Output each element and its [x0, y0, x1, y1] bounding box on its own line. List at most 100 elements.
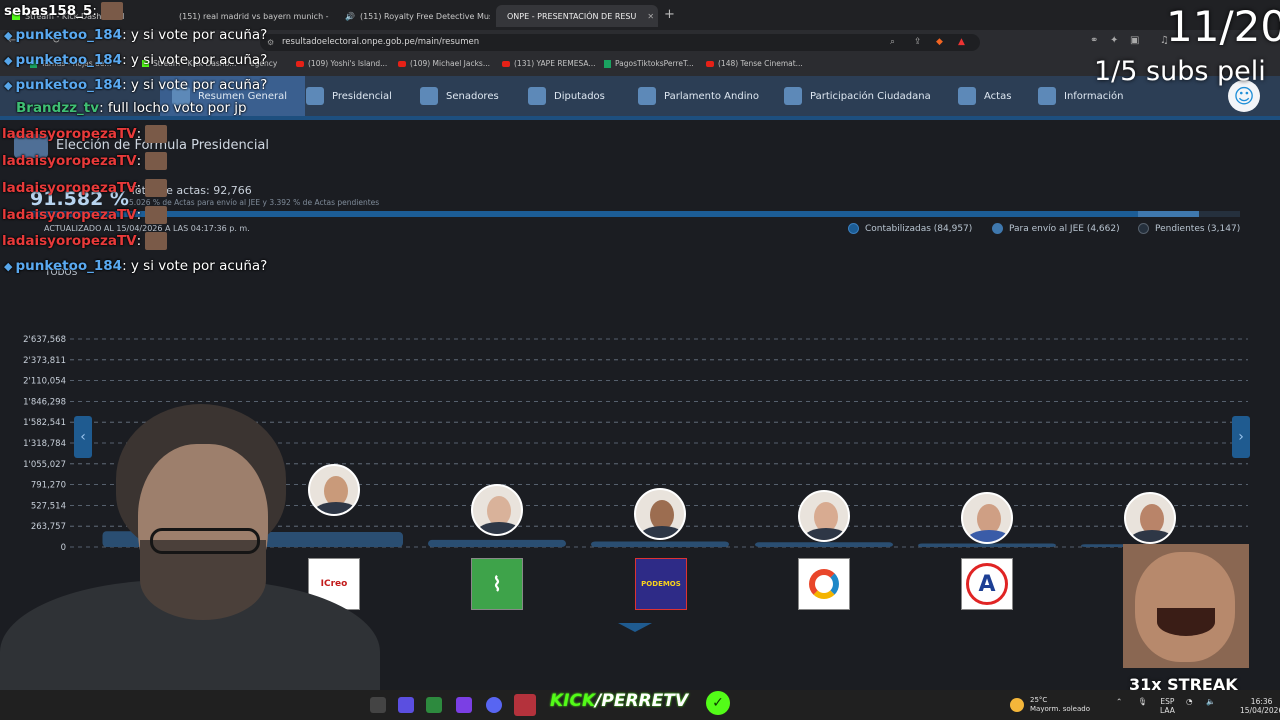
accessibility-icon: ☺: [1233, 84, 1255, 108]
legend-contabilizadas: Contabilizadas (84,957): [848, 223, 972, 234]
brave-shield-icon[interactable]: ◆: [936, 34, 943, 51]
progress-jee: [1138, 211, 1199, 217]
chat-username: punketoo_184: [15, 77, 123, 93]
new-tab-button[interactable]: +: [664, 7, 675, 22]
clock[interactable]: 16:36 15/04/2026: [1240, 697, 1280, 715]
brave-rewards-icon[interactable]: ▲: [958, 34, 965, 51]
share-icon[interactable]: ⇪: [914, 34, 922, 51]
chat-text: : y si vote por acuña?: [122, 27, 268, 43]
party-logo-broom[interactable]: ⌇: [471, 558, 523, 610]
chat-username: sebas158_5: [4, 3, 93, 19]
legend-dot: [992, 223, 1003, 234]
bookmark-michael-jackson[interactable]: (109) Michael Jacks...: [398, 59, 490, 68]
chat-text: : full locho voto por jp: [99, 100, 247, 116]
chat-username: Brandzz_tv: [16, 100, 100, 116]
nav-participacion[interactable]: Participación Ciudadana: [784, 76, 931, 116]
stream-chat-overlay: sebas158_5: ◆ punketoo_184: y si vote por …: [0, 0, 280, 290]
candidate-avatar[interactable]: [634, 488, 686, 540]
andean-parliament-icon: [638, 87, 656, 105]
tray-chevron-up-icon[interactable]: ⌃: [1116, 697, 1122, 706]
language-indicator[interactable]: ESP LAA: [1160, 697, 1175, 715]
candidate-avatar[interactable]: [471, 484, 523, 536]
nav-diputados[interactable]: Diputados: [528, 76, 605, 116]
candidate-bar[interactable]: [591, 541, 729, 547]
chat-username: punketoo_184: [15, 258, 123, 274]
microphone-icon[interactable]: 🎙: [1138, 697, 1148, 706]
volume-icon[interactable]: 🔈: [1206, 697, 1215, 706]
records-icon: [958, 87, 976, 105]
bookmark-pagos[interactable]: PagosTiktoksPerreT...: [604, 59, 694, 68]
chat-text: :: [136, 153, 142, 169]
candidate-bar[interactable]: [428, 539, 566, 547]
chat-message: ladaisyoropezaTV:: [2, 179, 168, 197]
nav-presidencial[interactable]: Presidencial: [306, 76, 392, 116]
url-text: resultadoelectoral.onpe.gob.pe/main/resu…: [282, 37, 480, 47]
chat-message: ladaisyoropezaTV:: [2, 206, 168, 224]
zoom-icon[interactable]: ⌕: [890, 34, 895, 51]
taskbar-grid-icon[interactable]: [398, 697, 414, 713]
president-icon: [306, 87, 324, 105]
extensions-icon[interactable]: ✦: [1110, 35, 1118, 46]
chat-message: Brandzz_tv: full locho voto por jp: [16, 100, 247, 116]
discord-icon[interactable]: [486, 697, 502, 713]
nav-actas[interactable]: Actas: [958, 76, 1011, 116]
participation-icon: [784, 87, 802, 105]
legend-dot: [1138, 223, 1149, 234]
taskbar-editor-icon[interactable]: [456, 697, 472, 713]
chat-message: sebas158_5:: [4, 2, 123, 20]
scroll-down-indicator[interactable]: [618, 623, 652, 632]
taskbar-browser-icon[interactable]: [514, 694, 536, 716]
bookmark-yoshi[interactable]: (109) Yoshi's Island...: [296, 59, 387, 68]
diamond-badge-icon: ◆: [4, 260, 13, 273]
streamer-webcam: [0, 400, 380, 720]
meme-overlay-image: [1123, 544, 1249, 668]
chat-username: ladaisyoropezaTV: [2, 207, 137, 223]
sidebar-icon[interactable]: ▣: [1130, 35, 1139, 46]
chat-text: :: [136, 126, 142, 142]
tab-detective-music[interactable]: 🔊 (151) Royalty Free Detective Musi: [334, 5, 490, 27]
taskbar-app-icon[interactable]: [370, 697, 386, 713]
chat-message: ◆ punketoo_184: y si vote por acuña?: [4, 77, 267, 93]
sun-icon: [1010, 698, 1024, 712]
verified-check-icon: ✓: [706, 691, 730, 715]
candidate-avatar[interactable]: [961, 492, 1013, 544]
taskbar-play-icon[interactable]: [426, 697, 442, 713]
info-icon: [1038, 87, 1056, 105]
sheets-icon: [604, 59, 611, 68]
chat-text: :: [92, 3, 97, 19]
nav-parlamento-andino[interactable]: Parlamento Andino: [638, 76, 759, 116]
bookmark-yape[interactable]: (131) YAPE REMESA...: [502, 59, 596, 68]
tab-onpe-active[interactable]: ONPE - PRESENTACIÓN DE RESU ✕: [496, 5, 658, 27]
youtube-icon: [398, 60, 406, 67]
candidate-avatar[interactable]: [798, 490, 850, 542]
chat-message: ladaisyoropezaTV:: [2, 232, 168, 250]
party-logo-podemos[interactable]: PODEMOS: [635, 558, 687, 610]
diamond-badge-icon: ◆: [4, 79, 13, 92]
subs-goal-text: 1/5 subs peli: [1094, 56, 1266, 87]
chat-message: ladaisyoropezaTV:: [2, 125, 168, 143]
bookmark-tense[interactable]: (148) Tense Cinemat...: [706, 59, 803, 68]
weather-widget[interactable]: 25°C Mayorm. soleado: [1010, 696, 1090, 714]
chart-next-button[interactable]: ›: [1232, 416, 1250, 458]
candidate-avatar[interactable]: [1124, 492, 1176, 544]
emote-icon: [145, 179, 168, 197]
senate-icon: [420, 87, 438, 105]
vpn-icon[interactable]: ⚭: [1090, 35, 1098, 46]
y-tick-label: 2'373,811: [23, 356, 66, 366]
party-logo-circle[interactable]: [798, 558, 850, 610]
candidate-bar[interactable]: [755, 542, 893, 547]
chat-username: ladaisyoropezaTV: [2, 153, 137, 169]
chevron-right-icon: ›: [1238, 429, 1244, 445]
chat-username: ladaisyoropezaTV: [2, 233, 137, 249]
emote-icon: [145, 152, 168, 170]
address-bar[interactable]: ⚙ resultadoelectoral.onpe.gob.pe/main/re…: [260, 34, 980, 51]
diamond-badge-icon: ◆: [4, 29, 13, 42]
legend-jee: Para envío al JEE (4,662): [992, 223, 1120, 234]
wifi-icon[interactable]: ◔: [1186, 697, 1193, 706]
close-tab-icon[interactable]: ✕: [647, 12, 654, 21]
nav-senadores[interactable]: Senadores: [420, 76, 499, 116]
speaker-icon: 🔊: [345, 11, 355, 21]
chat-username: punketoo_184: [15, 52, 123, 68]
y-tick-label: 2'110,054: [23, 377, 66, 387]
party-logo-a[interactable]: A: [961, 558, 1013, 610]
